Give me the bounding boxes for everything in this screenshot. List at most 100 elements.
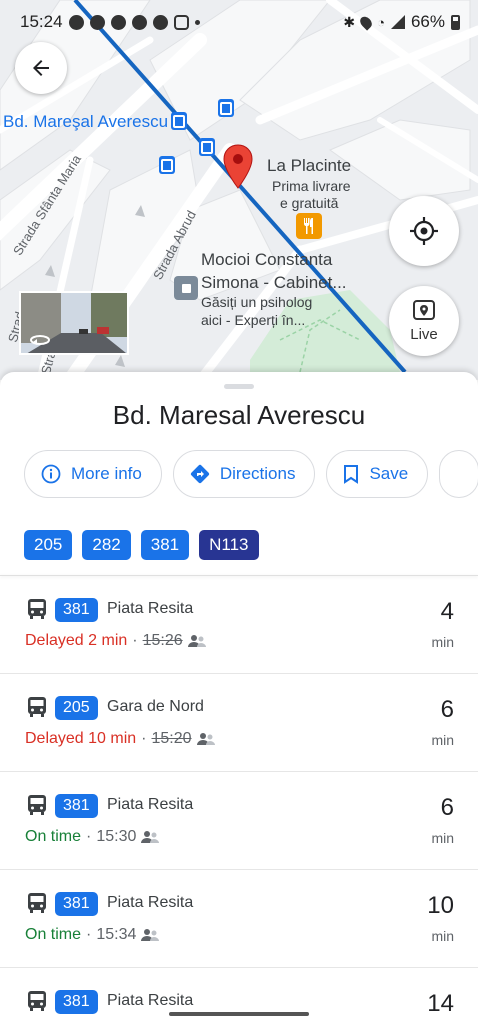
status-time: 15:24 [20, 12, 63, 31]
separator-dot: · [86, 926, 92, 943]
bus-icon [28, 697, 46, 717]
fork-knife-icon [304, 218, 313, 234]
rotate-360-icon [30, 335, 50, 345]
bus-icon [28, 795, 46, 815]
departure-minutes: 14 [427, 990, 454, 1017]
departure-route-badge: 205 [55, 696, 98, 720]
departure-route-badge: 381 [55, 794, 98, 818]
bus-stop-marker[interactable] [218, 99, 234, 117]
restaurant-marker-icon[interactable] [296, 213, 322, 239]
poi-la-placinte-sub1: Prima livrare [272, 178, 351, 194]
departure-status-line: Delayed 2 min · 15:26 [25, 632, 208, 650]
messenger-icon [68, 14, 84, 30]
route-badge[interactable]: 205 [24, 530, 73, 560]
more-actions-chip[interactable] [439, 450, 478, 498]
back-button[interactable] [15, 42, 67, 94]
separator-dot: · [132, 632, 138, 649]
departure-minutes-unit: min [431, 830, 454, 846]
departure-minutes-unit: min [431, 732, 454, 748]
map-view[interactable]: 15:24 ✱ ◔ 66% Bd. Mareşal Averescu Strad… [0, 0, 478, 380]
instagram-icon [173, 14, 189, 30]
scheduled-time: 15:34 [96, 926, 137, 943]
back-arrow-icon [33, 60, 49, 76]
location-pin-icon[interactable] [222, 144, 254, 190]
departure-row[interactable]: 381 Piata Resita Delayed 2 min · 15:26 4… [0, 576, 478, 674]
crosshair-icon [410, 217, 438, 245]
departures-list: 381 Piata Resita Delayed 2 min · 15:26 4… [0, 576, 478, 1024]
live-label: Live [410, 326, 438, 343]
save-button[interactable]: Save [326, 450, 429, 498]
scheduled-time: 15:30 [96, 828, 137, 845]
departure-minutes: 6 [440, 794, 454, 821]
bus-icon [28, 599, 46, 619]
bluetooth-icon: ✱ [343, 13, 356, 30]
departure-destination: Piata Resita [107, 796, 194, 813]
departure-row[interactable]: 381 Piata Resita On time · 15:34 10 min [0, 870, 478, 968]
departure-minutes: 4 [440, 598, 454, 625]
wifi-icon: ◔ [377, 14, 385, 30]
departure-status-line: On time · 15:34 [25, 926, 161, 944]
departure-status-line: Delayed 10 min · 15:20 [25, 730, 217, 748]
facebook-icon [152, 14, 168, 30]
my-location-button[interactable] [389, 196, 459, 266]
battery-percent: 66% [410, 12, 445, 31]
departure-minutes-unit: min [431, 928, 454, 944]
route-badge-night[interactable]: N113 [199, 530, 259, 560]
departure-destination: Piata Resita [107, 992, 194, 1009]
battery-icon [451, 14, 460, 30]
main-street-label: Bd. Mareşal Averescu [3, 112, 169, 131]
crowd-level-icon [141, 929, 160, 941]
live-view-button[interactable]: Live [389, 286, 459, 356]
bus-stop-marker[interactable] [159, 156, 175, 174]
more-info-label: More info [71, 464, 142, 483]
departure-route-badge: 381 [55, 598, 98, 622]
directions-button[interactable]: Directions [172, 450, 316, 498]
route-badge[interactable]: 381 [140, 530, 190, 560]
signal-icon [390, 15, 405, 29]
scheduled-time: 15:20 [151, 730, 192, 747]
action-chips: More info Directions Save [24, 450, 478, 498]
save-label: Save [369, 464, 409, 483]
bus-stop-marker[interactable] [199, 138, 215, 156]
bottom-sheet[interactable]: Bd. Maresal Averescu More info Direction… [0, 372, 478, 1024]
departure-row[interactable]: 205 Gara de Nord Delayed 10 min · 15:20 … [0, 674, 478, 772]
departure-status: On time [25, 926, 82, 943]
route-badge[interactable]: 282 [82, 530, 131, 560]
status-bar: 15:24 ✱ ◔ 66% [0, 0, 478, 44]
live-view-pin-icon [413, 300, 435, 320]
departure-route-badge: 381 [55, 990, 98, 1014]
poi-mocioi-name-2[interactable]: Simona - Cabinet... [201, 273, 347, 293]
more-info-button[interactable]: More info [24, 450, 162, 498]
location-icon [357, 13, 375, 31]
poi-mocioi-name-1[interactable]: Mocioi Constanta [201, 250, 332, 270]
facebook-icon [131, 14, 147, 30]
crowd-level-icon [196, 733, 215, 745]
departure-row[interactable]: 381 Piata Resita On time · 15:30 6 min [0, 772, 478, 870]
crowd-level-icon [187, 635, 206, 647]
gesture-nav-bar[interactable] [169, 1012, 309, 1016]
directions-icon [190, 464, 209, 484]
street-view-thumbnail[interactable] [19, 291, 129, 355]
departure-destination: Gara de Nord [107, 698, 204, 715]
sheet-drag-handle[interactable] [224, 384, 254, 389]
departure-status: On time [25, 828, 82, 845]
facebook-icon [110, 14, 126, 30]
bus-stop-marker[interactable] [171, 112, 187, 130]
departure-status: Delayed 10 min [25, 730, 137, 747]
crowd-level-icon [141, 831, 160, 843]
departure-minutes-unit: min [431, 634, 454, 650]
departure-minutes: 10 [427, 892, 454, 919]
scheduled-time: 15:26 [142, 632, 183, 649]
more-notifications-icon [194, 19, 200, 25]
stop-title: Bd. Maresal Averescu [112, 400, 366, 430]
bookmark-icon [344, 465, 359, 484]
departure-route-badge: 381 [55, 892, 98, 916]
directions-label: Directions [219, 464, 296, 483]
route-list: 205 282 381 N113 [24, 530, 259, 560]
business-marker-icon[interactable] [174, 276, 198, 300]
departure-status: Delayed 2 min [25, 632, 128, 649]
separator-dot: · [86, 828, 92, 845]
separator-dot: · [141, 730, 147, 747]
facebook-icon [89, 14, 105, 30]
poi-la-placinte-name[interactable]: La Placinte [267, 156, 351, 176]
